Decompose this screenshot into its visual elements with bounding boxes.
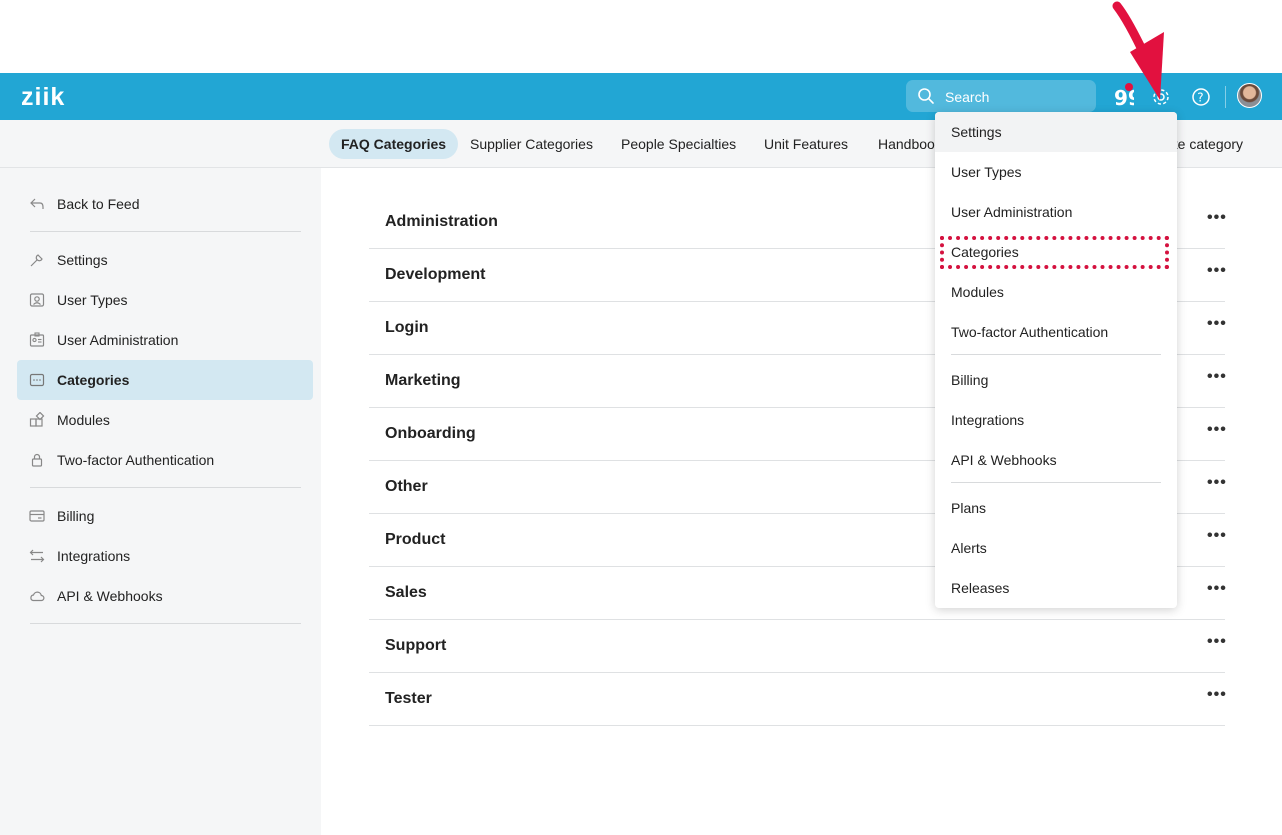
id-card-icon (29, 293, 45, 307)
menu-item-label: Integrations (951, 412, 1025, 428)
sidebar-item-label: User Types (57, 292, 128, 308)
sidebar-divider (30, 487, 301, 488)
more-options-icon[interactable]: ••• (1207, 209, 1227, 227)
back-to-feed-link[interactable]: Back to Feed (17, 184, 313, 224)
category-name: Sales (385, 584, 427, 601)
menu-item-label: Modules (951, 284, 1004, 300)
app-logo[interactable]: ziik (21, 83, 65, 112)
menu-divider (951, 482, 1161, 483)
sidebar-item-categories[interactable]: Categories (17, 360, 313, 400)
wrench-icon (30, 254, 43, 267)
menu-item-two-factor[interactable]: Two-factor Authentication (935, 312, 1177, 352)
category-name: Marketing (385, 372, 461, 389)
tab-supplier-categories[interactable]: Supplier Categories (458, 129, 605, 159)
category-icon (29, 373, 45, 387)
menu-item-settings[interactable]: Settings (935, 112, 1177, 152)
menu-item-user-types[interactable]: User Types (935, 152, 1177, 192)
settings-dropdown-menu: Settings User Types User Administration … (935, 112, 1177, 608)
cloud-icon (30, 591, 45, 602)
menu-divider (951, 354, 1161, 355)
category-name: Administration (385, 213, 498, 230)
help-icon[interactable]: ? (1190, 86, 1212, 108)
menu-item-label: Billing (951, 372, 989, 388)
sidebar-item-label: Integrations (57, 548, 131, 564)
avatar[interactable] (1237, 83, 1262, 108)
more-options-icon[interactable]: ••• (1207, 421, 1227, 439)
tab-faq-categories[interactable]: FAQ Categories (329, 129, 459, 159)
sidebar-item-api-webhooks[interactable]: API & Webhooks (17, 576, 313, 616)
sidebar-item-integrations[interactable]: Integrations (17, 536, 313, 576)
sidebar-item-label: Two-factor Authentication (57, 452, 215, 468)
search-placeholder: Search (945, 89, 990, 105)
category-row-support[interactable]: Support ••• (369, 620, 1227, 673)
more-options-icon[interactable]: ••• (1207, 527, 1227, 545)
sidebar-item-label: Settings (57, 252, 108, 268)
sidebar-item-settings[interactable]: Settings (17, 240, 313, 280)
menu-item-integrations[interactable]: Integrations (935, 400, 1177, 440)
tab-people-specialties[interactable]: People Specialties (609, 129, 748, 159)
menu-item-label: Releases (951, 580, 1010, 596)
menu-item-label: Two-factor Authentication (951, 324, 1109, 340)
more-options-icon[interactable]: ••• (1207, 580, 1227, 598)
menu-item-user-administration[interactable]: User Administration (935, 192, 1177, 232)
menu-item-releases[interactable]: Releases (935, 568, 1177, 608)
more-options-icon[interactable]: ••• (1207, 368, 1227, 386)
credit-card-icon (29, 510, 45, 522)
tab-unit-features[interactable]: Unit Features (752, 129, 860, 159)
arrows-icon (29, 549, 45, 563)
svg-text:?: ? (1197, 91, 1203, 105)
category-name: Tester (385, 690, 432, 707)
menu-item-billing[interactable]: Billing (935, 360, 1177, 400)
category-name: Onboarding (385, 425, 476, 442)
more-options-icon[interactable]: ••• (1207, 315, 1227, 333)
category-row-tester[interactable]: Tester ••• (369, 673, 1227, 726)
menu-item-modules[interactable]: Modules (935, 272, 1177, 312)
category-name: Other (385, 478, 428, 495)
menu-item-alerts[interactable]: Alerts (935, 528, 1177, 568)
more-options-icon[interactable]: ••• (1207, 262, 1227, 280)
more-options-icon[interactable]: ••• (1207, 474, 1227, 492)
back-to-feed-label: Back to Feed (57, 196, 140, 212)
sidebar-item-user-types[interactable]: User Types (17, 280, 313, 320)
more-options-icon[interactable]: ••• (1207, 633, 1227, 651)
top-whitespace (0, 0, 1282, 73)
menu-item-label: Settings (951, 124, 1002, 140)
menu-item-label: API & Webhooks (951, 452, 1057, 468)
search-input[interactable]: Search (906, 80, 1096, 112)
sidebar-item-label: API & Webhooks (57, 588, 163, 604)
sidebar-item-modules[interactable]: Modules (17, 400, 313, 440)
sidebar-item-billing[interactable]: Billing (17, 496, 313, 536)
user-card-icon (29, 332, 45, 347)
more-options-icon[interactable]: ••• (1207, 686, 1227, 704)
sidebar-item-two-factor[interactable]: Two-factor Authentication (17, 440, 313, 480)
category-name: Login (385, 319, 429, 336)
category-name: Development (385, 266, 486, 283)
search-icon (918, 88, 934, 104)
menu-item-api-webhooks[interactable]: API & Webhooks (935, 440, 1177, 480)
sidebar-item-user-administration[interactable]: User Administration (17, 320, 313, 360)
sidebar-item-label: Billing (57, 508, 95, 524)
category-name: Support (385, 637, 447, 654)
annotation-arrow-icon (1112, 1, 1164, 100)
category-name: Product (385, 531, 446, 548)
modules-icon (29, 412, 45, 427)
back-arrow-icon (30, 198, 44, 209)
menu-item-label: Alerts (951, 540, 987, 556)
topbar-divider (1225, 86, 1226, 108)
annotation-highlight-box (940, 236, 1169, 269)
menu-item-label: User Administration (951, 204, 1073, 220)
settings-sidebar: Back to Feed Settings User Types User Ad… (0, 168, 321, 835)
sidebar-item-label: Modules (57, 412, 110, 428)
menu-item-label: Plans (951, 500, 987, 516)
menu-item-plans[interactable]: Plans (935, 488, 1177, 528)
sidebar-item-label: User Administration (57, 332, 179, 348)
sidebar-divider (30, 623, 301, 624)
sidebar-item-label: Categories (57, 372, 130, 388)
sidebar-divider (30, 231, 301, 232)
menu-item-label: User Types (951, 164, 1022, 180)
lock-icon (31, 453, 43, 467)
